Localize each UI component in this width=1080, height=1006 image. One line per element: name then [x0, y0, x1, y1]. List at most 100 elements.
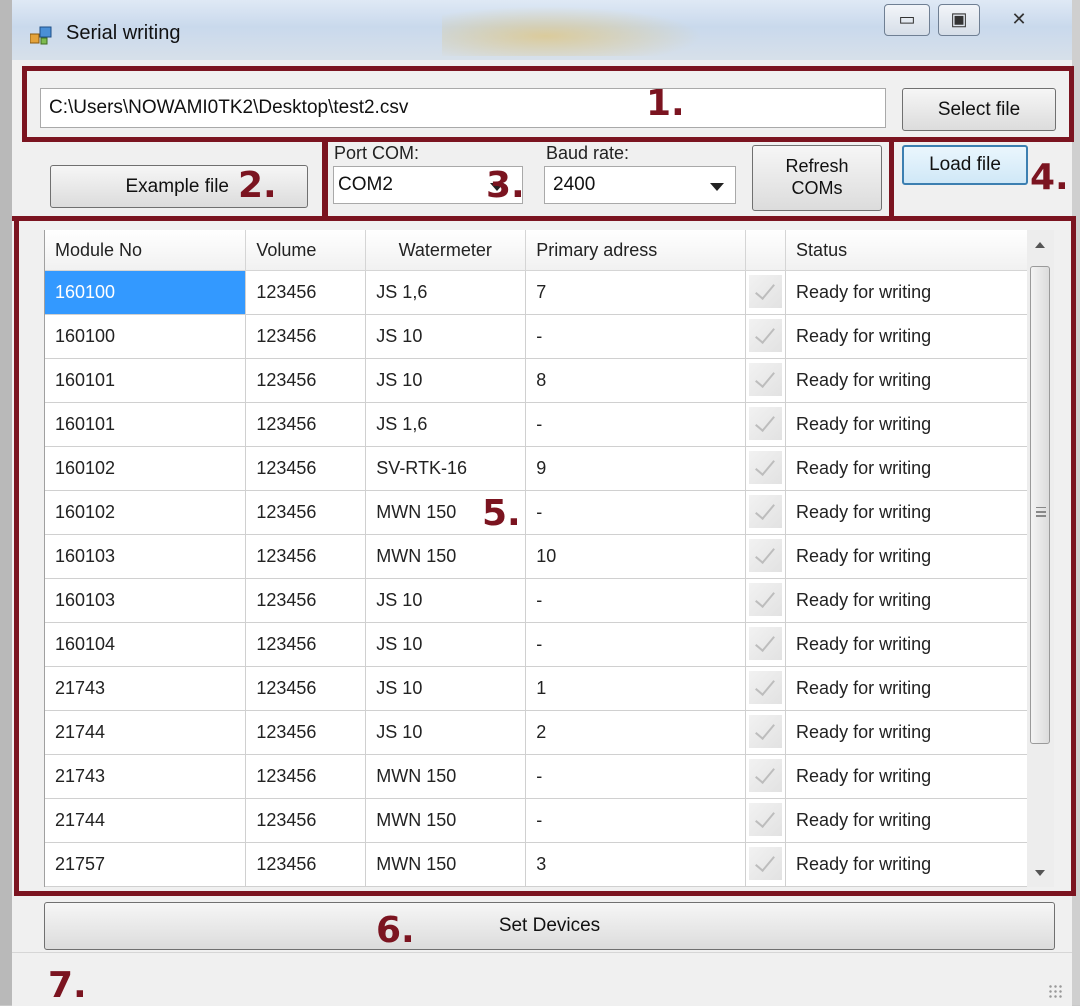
column-header-check[interactable] [745, 230, 787, 271]
cell-checkbox[interactable] [745, 754, 787, 799]
cell-volume[interactable]: 123456 [245, 446, 367, 491]
cell-module-no[interactable]: 34873 [45, 886, 247, 887]
cell-status[interactable]: Ready for writing [785, 446, 1031, 491]
select-file-button[interactable]: Select file [902, 88, 1056, 131]
checkmark-icon[interactable] [749, 671, 783, 704]
cell-module-no[interactable]: 21743 [45, 754, 247, 799]
column-header-primary-adress[interactable]: Primary adress [525, 230, 747, 271]
cell-primary-adress[interactable]: 7 [525, 270, 747, 315]
cell-status[interactable]: Ready for writing [785, 270, 1031, 315]
cell-status[interactable]: Ready for writing [785, 622, 1031, 667]
set-devices-button[interactable]: Set Devices [44, 902, 1055, 950]
checkmark-icon[interactable] [749, 759, 783, 792]
cell-checkbox[interactable] [745, 842, 787, 887]
checkmark-icon[interactable] [749, 803, 783, 836]
cell-module-no[interactable]: 160102 [45, 490, 247, 535]
table-row[interactable]: 160103 123456 MWN 150 10 Ready for writing [45, 534, 1031, 579]
refresh-coms-button[interactable]: Refresh COMs [752, 145, 882, 211]
cell-watermeter[interactable]: MWN 150 [365, 842, 527, 887]
cell-watermeter[interactable]: JS 10 [365, 578, 527, 623]
cell-primary-adress[interactable]: 10 [525, 534, 747, 579]
cell-checkbox[interactable] [745, 710, 787, 755]
cell-primary-adress[interactable]: 4 [525, 886, 747, 887]
table-row[interactable]: 21743 123456 MWN 150- Ready for writing [45, 754, 1031, 799]
cell-volume[interactable]: 123456 [245, 490, 367, 535]
cell-primary-adress[interactable]: - [525, 754, 747, 799]
checkmark-icon[interactable] [749, 847, 783, 880]
cell-checkbox[interactable] [745, 622, 787, 667]
cell-primary-adress[interactable]: 3 [525, 842, 747, 887]
checkmark-icon[interactable] [749, 583, 783, 616]
cell-status[interactable]: Ready for writing [785, 754, 1031, 799]
devices-grid[interactable]: Module No Volume Watermeter Primary adre… [44, 230, 1031, 887]
close-button[interactable]: ✕ [986, 4, 1052, 36]
column-header-watermeter[interactable]: Watermeter [365, 230, 527, 271]
cell-module-no[interactable]: 160101 [45, 402, 247, 447]
cell-primary-adress[interactable]: - [525, 402, 747, 447]
cell-volume[interactable]: 123456 [245, 358, 367, 403]
cell-module-no[interactable]: 160104 [45, 622, 247, 667]
checkmark-icon[interactable] [749, 715, 783, 748]
cell-status[interactable]: Ready for writing [785, 710, 1031, 755]
cell-checkbox[interactable] [745, 798, 787, 843]
cell-primary-adress[interactable]: - [525, 578, 747, 623]
cell-volume[interactable]: 123456 [245, 534, 367, 579]
scroll-down-arrow-icon[interactable] [1035, 870, 1045, 876]
maximize-button[interactable]: ▣ [938, 4, 980, 36]
cell-volume[interactable]: 123456 [245, 622, 367, 667]
table-row[interactable]: 21743 123456 JS 10 1 Ready for writing [45, 666, 1031, 711]
table-row[interactable]: 160103 123456 JS 10- Ready for writing [45, 578, 1031, 623]
table-row[interactable]: 160104 123456 JS 10- Ready for writing [45, 622, 1031, 667]
baud-rate-combobox[interactable]: 2400 [544, 166, 736, 204]
cell-volume[interactable]: 123456 [245, 314, 367, 359]
cell-checkbox[interactable] [745, 534, 787, 579]
cell-checkbox[interactable] [745, 490, 787, 535]
cell-volume[interactable]: 123456 [245, 402, 367, 447]
table-row[interactable]: 160100 123456 JS 10- Ready for writing [45, 314, 1031, 359]
load-file-button[interactable]: Load file [902, 145, 1028, 185]
checkmark-icon[interactable] [749, 407, 783, 440]
cell-status[interactable]: Ready for writing [785, 534, 1031, 579]
cell-module-no[interactable]: 160102 [45, 446, 247, 491]
cell-watermeter[interactable]: JS 10 [365, 314, 527, 359]
cell-watermeter[interactable]: JS 10 [365, 710, 527, 755]
cell-status[interactable]: Ready for writing [785, 578, 1031, 623]
cell-watermeter[interactable]: MWN 150 [365, 798, 527, 843]
cell-volume[interactable]: 123456 [245, 886, 367, 887]
cell-checkbox[interactable] [745, 446, 787, 491]
cell-primary-adress[interactable]: 8 [525, 358, 747, 403]
cell-module-no[interactable]: 160100 [45, 270, 247, 315]
cell-watermeter[interactable]: SV-RTK-16 [365, 446, 527, 491]
column-header-module-no[interactable]: Module No [45, 230, 247, 271]
file-path-field[interactable]: C:\Users\NOWAMI0TK2\Desktop\test2.csv [40, 88, 886, 128]
checkmark-icon[interactable] [749, 627, 783, 660]
cell-primary-adress[interactable]: 2 [525, 710, 747, 755]
cell-checkbox[interactable] [745, 578, 787, 623]
checkmark-icon[interactable] [749, 319, 783, 352]
cell-status[interactable]: Ready for writing [785, 490, 1031, 535]
cell-module-no[interactable]: 21743 [45, 666, 247, 711]
cell-watermeter[interactable]: MWN 150 [365, 534, 527, 579]
checkmark-icon[interactable] [749, 275, 783, 308]
cell-volume[interactable]: 123456 [245, 754, 367, 799]
table-row[interactable]: 160102 123456 MWN 150- Ready for writing [45, 490, 1031, 535]
resize-grip-icon[interactable] [1048, 984, 1062, 998]
cell-volume[interactable]: 123456 [245, 666, 367, 711]
cell-watermeter[interactable]: JS 10 [365, 622, 527, 667]
cell-watermeter[interactable]: MWN 150 [365, 886, 527, 887]
cell-module-no[interactable]: 160100 [45, 314, 247, 359]
cell-primary-adress[interactable]: - [525, 622, 747, 667]
cell-module-no[interactable]: 160103 [45, 534, 247, 579]
cell-watermeter[interactable]: JS 10 [365, 666, 527, 711]
cell-checkbox[interactable] [745, 358, 787, 403]
cell-volume[interactable]: 123456 [245, 270, 367, 315]
checkmark-icon[interactable] [749, 363, 783, 396]
cell-status[interactable]: Ready for writing [785, 886, 1031, 887]
cell-primary-adress[interactable]: 1 [525, 666, 747, 711]
table-row[interactable]: 21757 123456 MWN 150 3 Ready for writing [45, 842, 1031, 887]
cell-module-no[interactable]: 21744 [45, 710, 247, 755]
table-row[interactable]: 160101 123456 JS 1,6- Ready for writing [45, 402, 1031, 447]
cell-status[interactable]: Ready for writing [785, 798, 1031, 843]
cell-volume[interactable]: 123456 [245, 798, 367, 843]
table-row[interactable]: 160100 123456 JS 1,6 7 Ready for writing [45, 270, 1031, 315]
